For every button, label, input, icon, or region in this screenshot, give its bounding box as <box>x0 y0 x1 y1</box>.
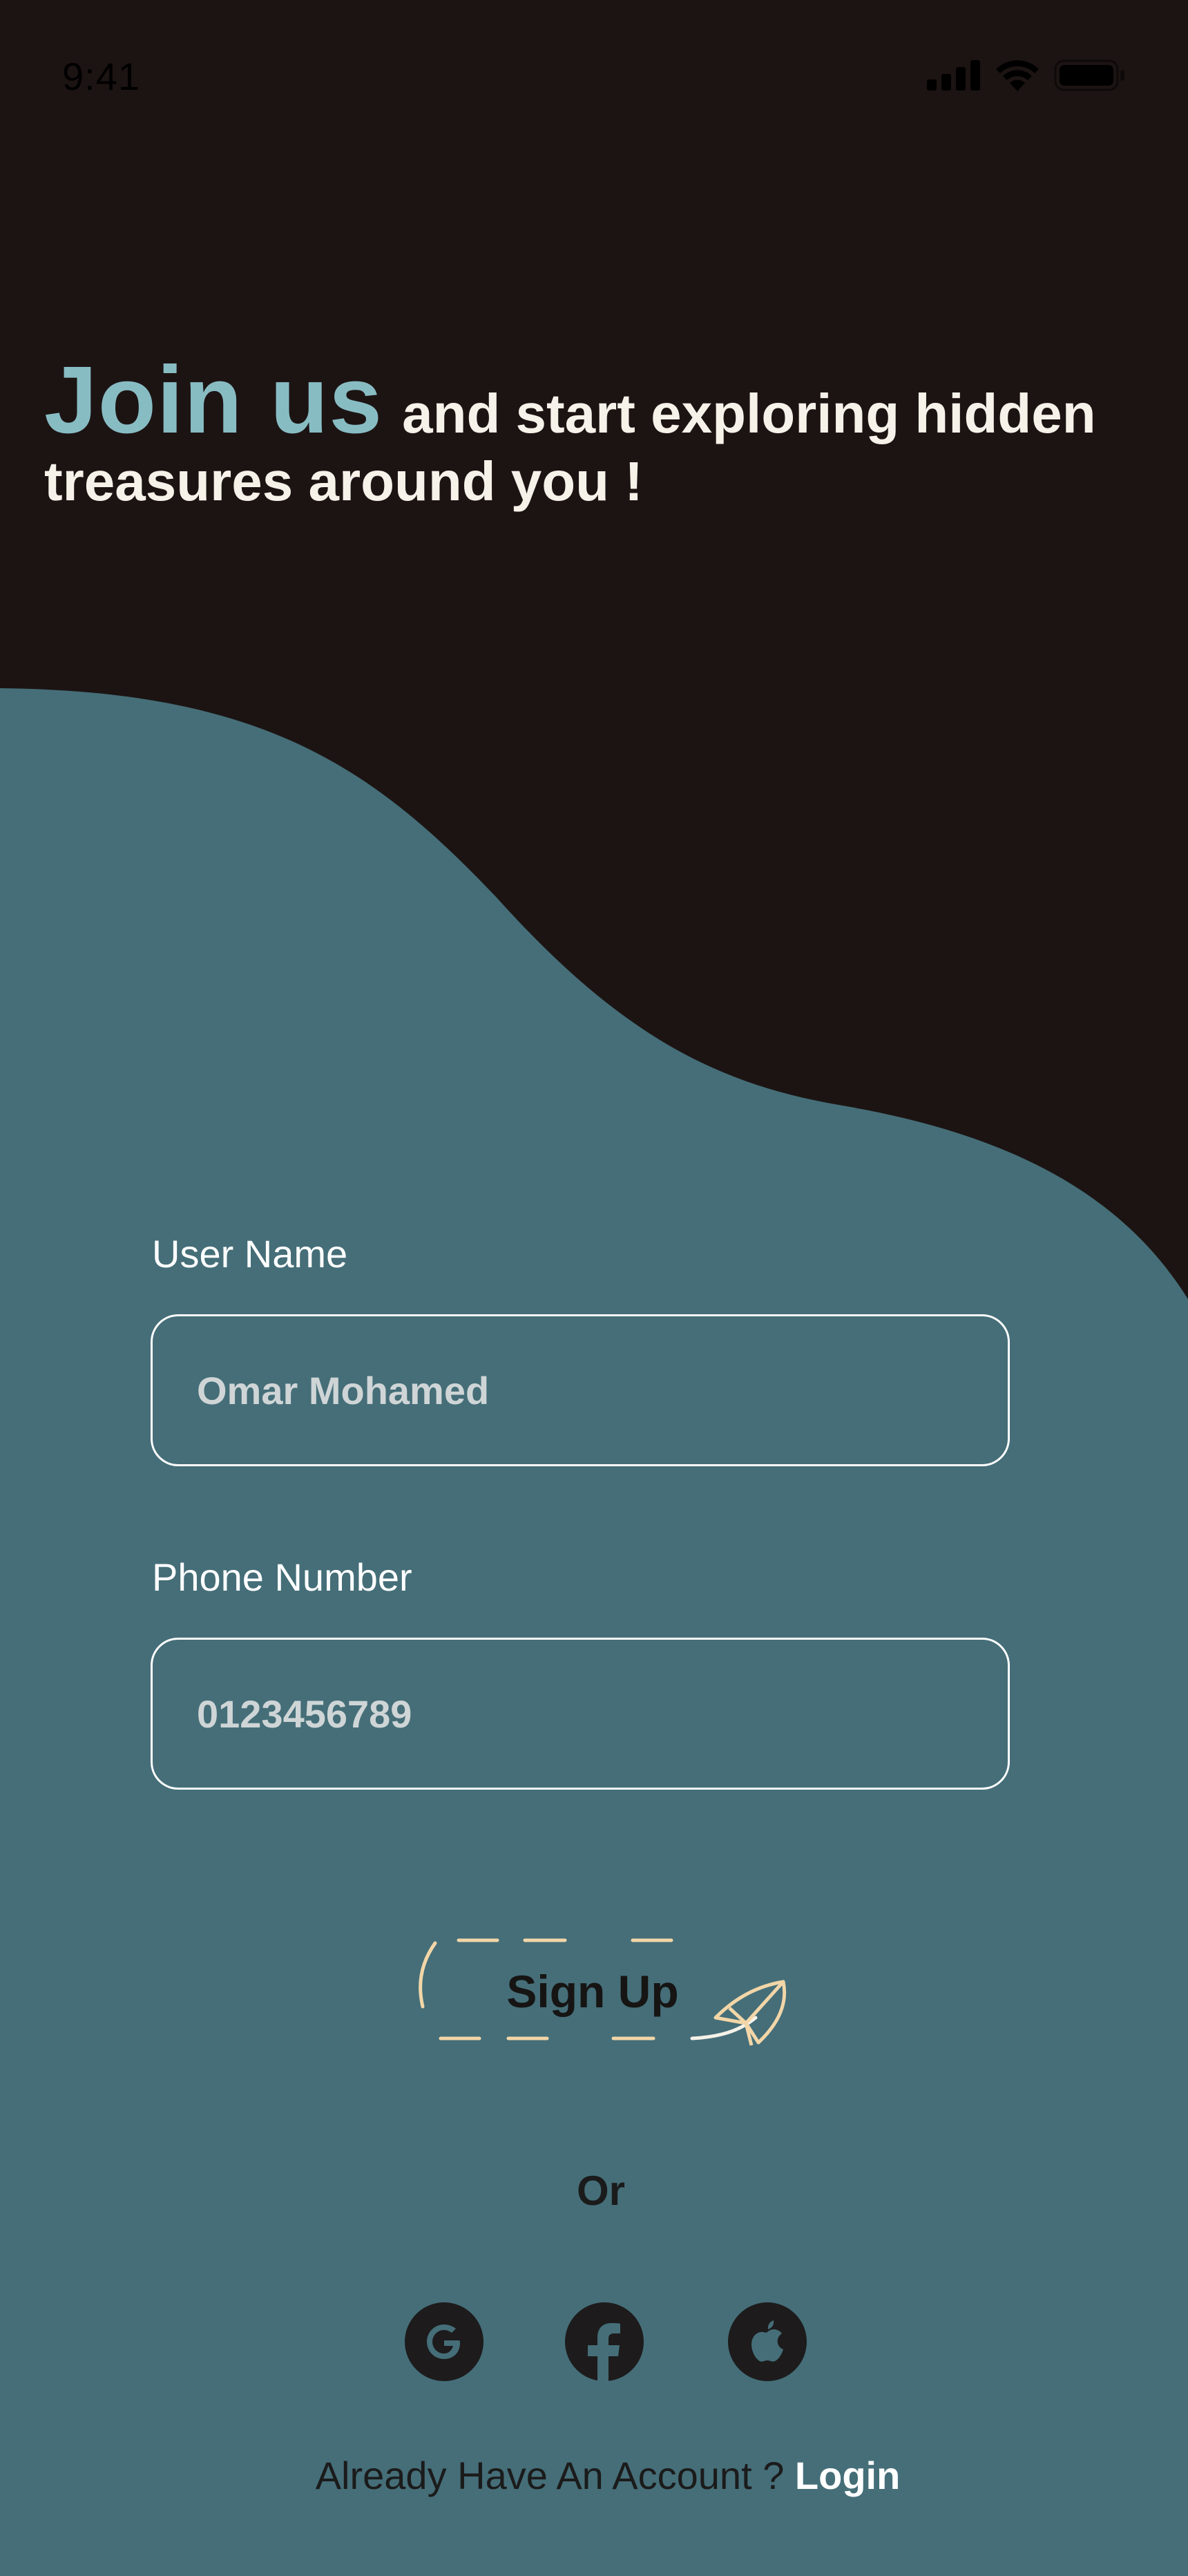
headline-accent: Join us <box>44 347 383 453</box>
login-prompt-text: Already Have An Account ? <box>315 2454 785 2497</box>
or-divider: Or <box>576 2168 626 2214</box>
apple-icon <box>751 2320 783 2362</box>
facebook-button[interactable] <box>565 2302 644 2387</box>
signal-icon <box>927 60 980 91</box>
username-label: User Name <box>152 1232 348 1276</box>
battery-icon <box>1054 59 1124 91</box>
username-value: Omar Mohamed <box>197 1368 490 1412</box>
phone-value: 0123456789 <box>197 1692 412 1736</box>
status-time: 9:41 <box>62 55 140 98</box>
phone-label: Phone Number <box>152 1555 412 1599</box>
login-prompt: Already Have An Account ? Login <box>0 2453 1188 2498</box>
username-field[interactable]: Omar Mohamed <box>151 1314 1010 1466</box>
wifi-icon <box>996 60 1039 91</box>
paper-plane-icon <box>713 1980 787 2046</box>
signup-screen: 9:41 Join us and start exploring hidden t… <box>0 0 1188 2576</box>
status-icons <box>927 59 1126 91</box>
headline: Join us and start exploring hidden treasu… <box>44 352 1149 515</box>
login-link[interactable]: Login <box>795 2454 900 2497</box>
phone-field[interactable]: 0123456789 <box>151 1638 1010 1790</box>
signup-label: Sign Up <box>506 1966 679 2017</box>
apple-button[interactable] <box>728 2302 807 2381</box>
google-icon <box>427 2324 460 2359</box>
facebook-icon <box>588 2323 620 2387</box>
signup-button[interactable]: Sign Up <box>414 1935 787 2059</box>
google-button[interactable] <box>405 2302 483 2381</box>
